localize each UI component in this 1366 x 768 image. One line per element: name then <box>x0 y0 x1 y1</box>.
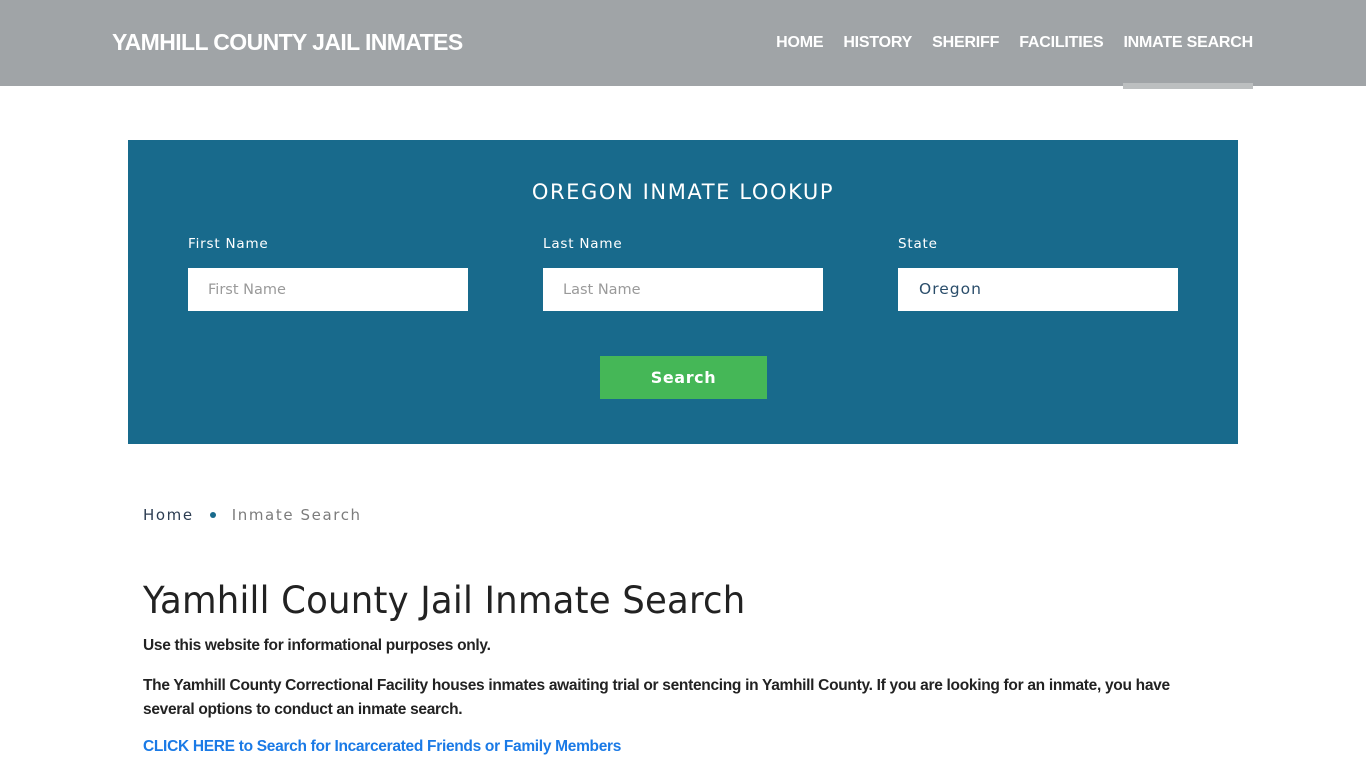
main-nav: HOME HISTORY SHERIFF FACILITIES INMATE S… <box>756 0 1253 89</box>
first-name-input[interactable] <box>188 268 468 311</box>
nav-history[interactable]: HISTORY <box>843 0 912 86</box>
site-logo[interactable]: YAMHILL COUNTY JAIL INMATES <box>112 29 463 56</box>
nav-home[interactable]: HOME <box>776 0 823 86</box>
last-name-label: Last Name <box>543 236 623 252</box>
breadcrumb: Home Inmate Search <box>143 506 362 524</box>
nav-sheriff[interactable]: SHERIFF <box>932 0 999 86</box>
first-name-label: First Name <box>188 236 269 252</box>
state-select[interactable]: Oregon <box>898 268 1178 311</box>
search-button[interactable]: Search <box>600 356 767 399</box>
last-name-input[interactable] <box>543 268 823 311</box>
nav-inmate-search[interactable]: INMATE SEARCH <box>1123 0 1253 89</box>
site-header: YAMHILL COUNTY JAIL INMATES HOME HISTORY… <box>0 0 1366 89</box>
search-friends-family-link[interactable]: CLICK HERE to Search for Incarcerated Fr… <box>143 738 621 756</box>
nav-facilities[interactable]: FACILITIES <box>1019 0 1103 86</box>
intro-paragraph: The Yamhill County Correctional Facility… <box>143 677 1170 718</box>
breadcrumb-current: Inmate Search <box>231 506 362 524</box>
breadcrumb-home[interactable]: Home <box>143 506 194 524</box>
page-title: Yamhill County Jail Inmate Search <box>143 579 746 622</box>
disclaimer-text: Use this website for informational purpo… <box>143 637 491 654</box>
lookup-title: OREGON INMATE LOOKUP <box>531 180 835 204</box>
breadcrumb-separator <box>209 512 216 518</box>
state-label: State <box>898 236 938 252</box>
